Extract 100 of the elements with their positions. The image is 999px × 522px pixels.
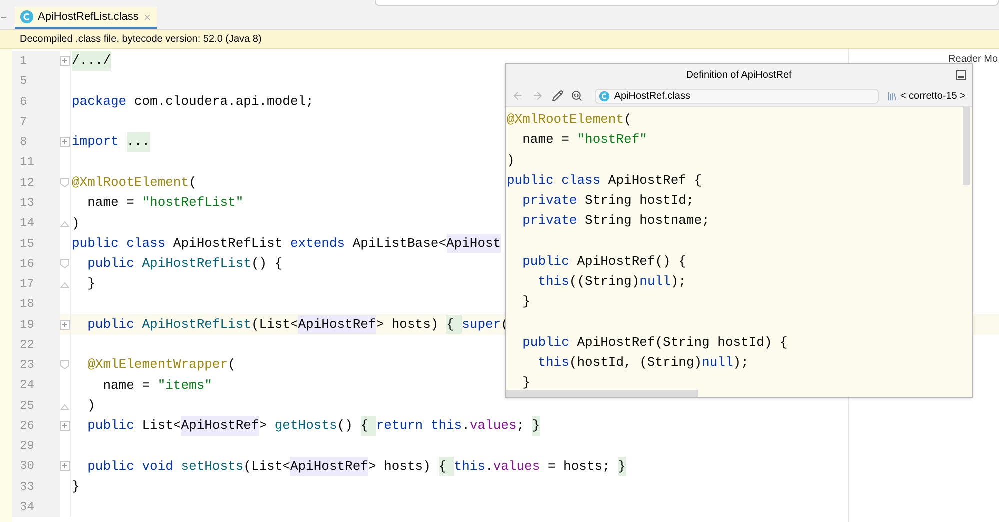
code-text: ApiListBase< [352,234,446,253]
code-text: name = [102,376,152,395]
forward-icon[interactable] [532,90,544,102]
code-text: ) [72,214,80,232]
type-name: ApiHostRef [290,456,368,476]
class-icon [20,10,34,24]
code-text: ApiHostRef(String hostId) { [577,334,788,352]
line-number: 15 [12,233,60,254]
code-text: } [72,478,80,496]
code-text: ( [228,356,236,374]
code-text: com.cloudera.api.model; [134,92,314,111]
vertical-scrollbar[interactable] [963,107,970,185]
string-literal: "items" [158,376,212,395]
keyword: public [522,334,570,352]
line-number: 30 [12,456,60,477]
file-path-field[interactable]: ApiHostRef.class [595,88,880,104]
code-text: > hosts) [368,458,432,476]
code-text: name = [86,194,136,212]
method-name: ApiHostRefList [142,255,252,274]
code-text: ; [516,417,526,436]
keyword: public [522,252,570,271]
expand-fold-icon[interactable] [60,461,70,472]
code-text: > [259,417,268,436]
code-text: (hostId, (String) [569,354,702,372]
line-number: 23 [12,354,60,376]
keyword: public [86,255,136,274]
fold-marker-icon[interactable] [60,360,70,370]
expand-fold-icon[interactable] [60,56,70,66]
notice-bar: Decompiled .class file, bytecode version: 52.0 (Java 8) [0,30,999,49]
line-number: 8 [12,132,60,152]
expand-fold-icon[interactable] [60,320,70,330]
popup-title: Definition of ApiHostRef [686,68,792,82]
annotation: @XmlRootElement [72,174,190,192]
jdk-label[interactable]: < corretto-15 > [900,88,966,104]
code-text: } [522,293,530,312]
line-number: 16 [12,254,60,274]
code-text: > hosts) [376,316,440,334]
code-text: } [86,275,96,294]
keyword: package [72,92,128,111]
close-icon[interactable] [142,12,152,22]
class-icon [599,90,610,102]
line-number: 26 [12,416,60,436]
method-name: ApiHostRefList [142,316,252,334]
expand-fold-icon[interactable] [60,137,70,148]
back-icon[interactable] [512,90,524,102]
horizontal-scrollbar[interactable] [506,390,698,397]
code-text: ((String) [569,273,640,292]
code-text: ApiHostRef { [608,172,702,190]
code-text: = hosts; [546,458,612,476]
code-text: ApiHostRefList [173,234,284,253]
keyword: this [537,354,570,372]
expand-fold-icon[interactable] [60,420,70,431]
library-icon [887,90,898,102]
code-text: } [522,374,530,392]
code-text: ( [189,174,197,192]
code-text: ( [624,111,632,129]
code-text: name = [522,131,570,150]
type-name: ApiHostRef [181,416,260,436]
fold-marker-icon[interactable] [60,178,70,188]
code-text: . [462,417,470,436]
code-text: String hostId; [585,192,694,210]
string-literal: "hostRef" [577,131,648,150]
code-text: List< [142,417,182,436]
edit-icon[interactable] [552,90,564,102]
line-number: 14 [12,213,60,234]
code-text: (List< [251,316,298,334]
line-number: 12 [12,172,60,193]
folded-code: } [618,456,626,476]
keyword: private [522,212,578,230]
method-name: setHosts [181,458,244,476]
code-text: String hostname; [585,212,710,230]
line-number: 18 [12,294,60,314]
line-number: 19 [12,314,60,335]
line-number: 1 [12,51,60,72]
keyword: null [640,273,671,292]
folded-code: } [532,416,540,436]
method-name: getHosts [274,417,338,436]
code-text: . [486,458,494,476]
type-name: ApiHost [446,234,502,254]
keyword: null [702,354,734,372]
line-number: 34 [12,496,60,518]
line-number: 33 [12,476,60,497]
code-text: ); [670,273,686,292]
line-number: 13 [12,192,60,214]
code-text: () { [251,255,283,274]
folded-code: { [360,416,376,436]
find-usages-icon[interactable] [571,90,584,102]
keyword: super [462,316,502,334]
search-field[interactable] [375,0,999,6]
editor-tab[interactable]: ApiHostRefList.class [15,7,157,29]
keyword: return this [376,417,462,436]
keyword: public void [86,458,174,476]
line-number: 29 [12,436,60,456]
line-number: 17 [12,274,60,294]
line-number: 7 [12,112,60,132]
keyword: extends [290,234,346,253]
annotation: @XmlElementWrapper [86,356,228,374]
field-name: values [470,417,517,436]
keyword: private [522,192,578,210]
fold-marker-icon[interactable] [60,258,70,269]
